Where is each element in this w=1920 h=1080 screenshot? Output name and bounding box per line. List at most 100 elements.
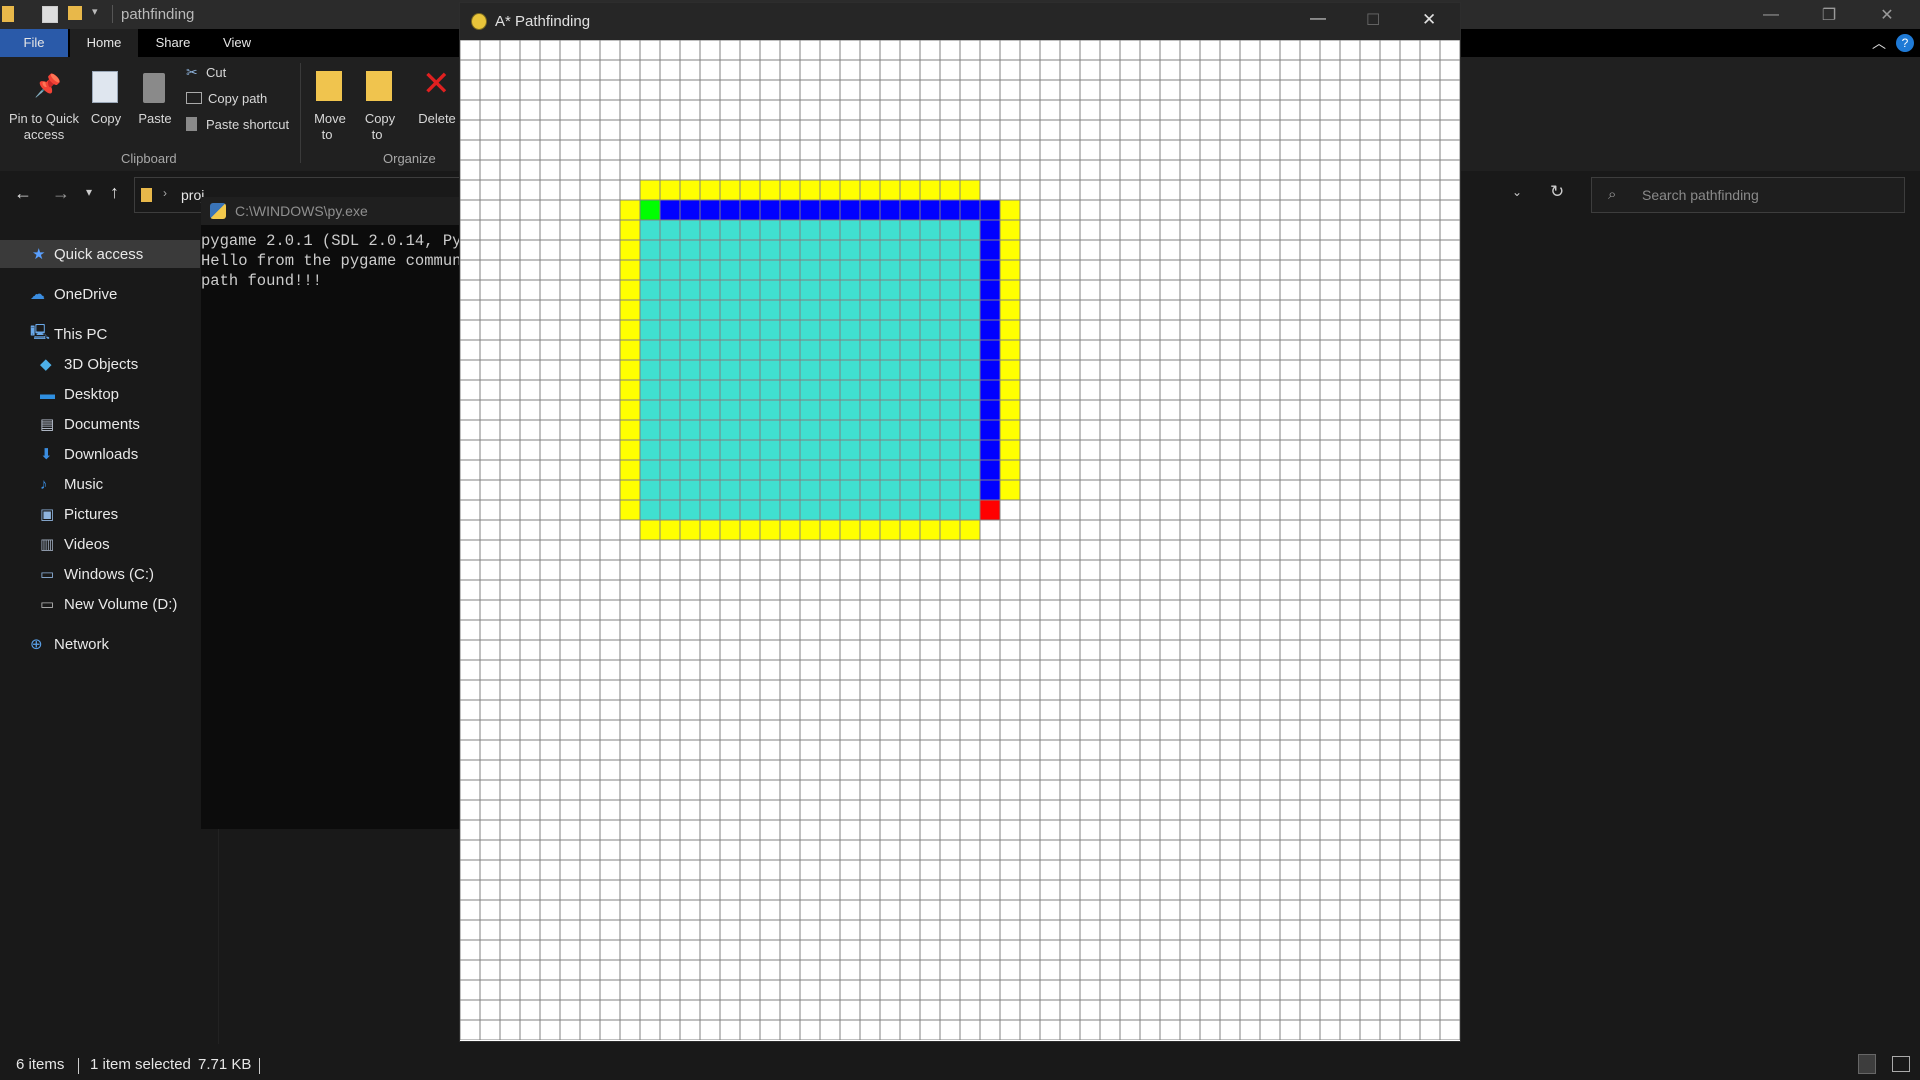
path-cell[interactable] <box>980 400 1000 420</box>
closed-cell[interactable] <box>880 340 900 360</box>
open-cell[interactable] <box>1000 360 1020 380</box>
closed-cell[interactable] <box>740 320 760 340</box>
sidebar-item-onedrive[interactable]: ☁ OneDrive <box>0 280 200 308</box>
closed-cell[interactable] <box>760 440 780 460</box>
sidebar-item-music[interactable]: ♪ Music <box>0 470 200 498</box>
closed-cell[interactable] <box>700 280 720 300</box>
closed-cell[interactable] <box>880 220 900 240</box>
minimize-icon[interactable]: — <box>1310 10 1326 28</box>
open-cell[interactable] <box>820 180 840 200</box>
closed-cell[interactable] <box>680 240 700 260</box>
closed-cell[interactable] <box>940 260 960 280</box>
cut-button[interactable]: ✂ Cut <box>186 63 226 81</box>
open-cell[interactable] <box>900 520 920 540</box>
open-cell[interactable] <box>1000 480 1020 500</box>
closed-cell[interactable] <box>880 400 900 420</box>
sidebar-item-videos[interactable]: ▥ Videos <box>0 530 200 558</box>
closed-cell[interactable] <box>880 320 900 340</box>
closed-cell[interactable] <box>840 260 860 280</box>
closed-cell[interactable] <box>800 260 820 280</box>
closed-cell[interactable] <box>680 280 700 300</box>
closed-cell[interactable] <box>940 460 960 480</box>
closed-cell[interactable] <box>660 280 680 300</box>
closed-cell[interactable] <box>960 420 980 440</box>
path-cell[interactable] <box>720 200 740 220</box>
open-cell[interactable] <box>720 520 740 540</box>
closed-cell[interactable] <box>640 360 660 380</box>
closed-cell[interactable] <box>900 440 920 460</box>
search-box[interactable]: ⌕ Search pathfinding <box>1591 177 1905 213</box>
open-cell[interactable] <box>680 180 700 200</box>
closed-cell[interactable] <box>800 280 820 300</box>
closed-cell[interactable] <box>800 340 820 360</box>
closed-cell[interactable] <box>860 500 880 520</box>
minimize-icon[interactable]: — <box>1742 0 1800 29</box>
closed-cell[interactable] <box>780 220 800 240</box>
open-cell[interactable] <box>620 460 640 480</box>
open-cell[interactable] <box>620 200 640 220</box>
path-cell[interactable] <box>980 420 1000 440</box>
closed-cell[interactable] <box>940 240 960 260</box>
closed-cell[interactable] <box>720 380 740 400</box>
closed-cell[interactable] <box>940 300 960 320</box>
closed-cell[interactable] <box>960 500 980 520</box>
closed-cell[interactable] <box>800 360 820 380</box>
closed-cell[interactable] <box>640 440 660 460</box>
closed-cell[interactable] <box>820 280 840 300</box>
closed-cell[interactable] <box>900 220 920 240</box>
closed-cell[interactable] <box>760 340 780 360</box>
closed-cell[interactable] <box>860 400 880 420</box>
closed-cell[interactable] <box>880 460 900 480</box>
closed-cell[interactable] <box>880 360 900 380</box>
sidebar-item-network[interactable]: ⊕ Network <box>0 630 200 658</box>
closed-cell[interactable] <box>840 340 860 360</box>
closed-cell[interactable] <box>880 480 900 500</box>
open-cell[interactable] <box>620 280 640 300</box>
closed-cell[interactable] <box>960 380 980 400</box>
tab-share[interactable]: Share <box>142 29 204 57</box>
up-icon[interactable]: ↑ <box>110 182 119 203</box>
closed-cell[interactable] <box>780 480 800 500</box>
open-cell[interactable] <box>1000 400 1020 420</box>
sidebar-item-downloads[interactable]: ⬇ Downloads <box>0 440 200 468</box>
closed-cell[interactable] <box>700 400 720 420</box>
closed-cell[interactable] <box>680 220 700 240</box>
closed-cell[interactable] <box>960 360 980 380</box>
closed-cell[interactable] <box>820 460 840 480</box>
closed-cell[interactable] <box>840 360 860 380</box>
search-input[interactable]: Search pathfinding <box>1642 187 1759 203</box>
path-cell[interactable] <box>900 200 920 220</box>
closed-cell[interactable] <box>800 240 820 260</box>
closed-cell[interactable] <box>760 500 780 520</box>
open-cell[interactable] <box>620 400 640 420</box>
closed-cell[interactable] <box>820 380 840 400</box>
closed-cell[interactable] <box>720 440 740 460</box>
closed-cell[interactable] <box>700 420 720 440</box>
new-folder-icon[interactable] <box>68 6 82 20</box>
path-cell[interactable] <box>980 360 1000 380</box>
copy-to-button[interactable]: Copy to <box>358 67 402 153</box>
paste-shortcut-button[interactable]: Paste shortcut <box>186 115 289 133</box>
closed-cell[interactable] <box>780 460 800 480</box>
closed-cell[interactable] <box>660 500 680 520</box>
delete-button[interactable]: ✕ Delete <box>414 67 460 153</box>
closed-cell[interactable] <box>820 260 840 280</box>
path-cell[interactable] <box>800 200 820 220</box>
path-cell[interactable] <box>740 200 760 220</box>
open-cell[interactable] <box>840 520 860 540</box>
closed-cell[interactable] <box>920 380 940 400</box>
open-cell[interactable] <box>1000 440 1020 460</box>
closed-cell[interactable] <box>740 420 760 440</box>
closed-cell[interactable] <box>660 480 680 500</box>
closed-cell[interactable] <box>920 220 940 240</box>
path-cell[interactable] <box>980 280 1000 300</box>
closed-cell[interactable] <box>800 300 820 320</box>
closed-cell[interactable] <box>960 480 980 500</box>
closed-cell[interactable] <box>780 440 800 460</box>
closed-cell[interactable] <box>840 440 860 460</box>
open-cell[interactable] <box>620 220 640 240</box>
closed-cell[interactable] <box>760 260 780 280</box>
closed-cell[interactable] <box>720 480 740 500</box>
open-cell[interactable] <box>940 520 960 540</box>
open-cell[interactable] <box>620 360 640 380</box>
